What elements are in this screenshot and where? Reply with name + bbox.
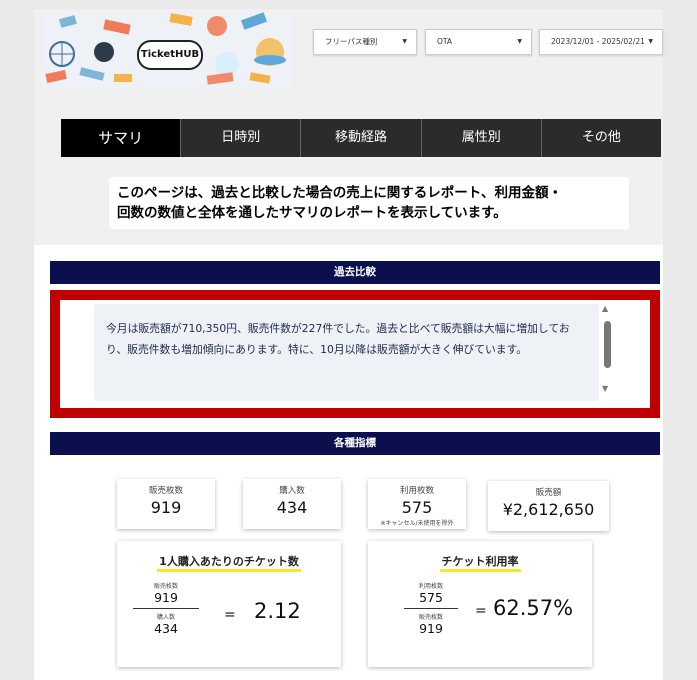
purchases-label: 購入数 (279, 486, 305, 496)
pass-type-select[interactable]: フリーパス種別 ▼ (313, 29, 417, 55)
fraction-numerator-label: 利用枚数 (418, 583, 443, 590)
sales-amount-label: 販売額 (535, 488, 562, 498)
ticket-usage-rate-result: 62.57% (493, 596, 574, 620)
tab-bar: サマリ 日時別 移動経路 属性別 その他 (61, 119, 662, 157)
sold-tickets-label: 販売枚数 (148, 486, 183, 496)
date-range-value: 2023/12/01 - 2025/02/21 (551, 37, 645, 46)
chevron-down-icon: ▼ (648, 38, 653, 45)
tickets-per-purchase-card: 1人購入あたりのチケット数 販売枚数 919 購入数 434 = 2.12 (117, 541, 341, 667)
tab-other[interactable]: その他 (540, 119, 662, 157)
tickets-per-purchase-title: 1人購入あたりのチケット数 (157, 555, 301, 572)
ota-select[interactable]: OTA ▼ (425, 29, 532, 55)
fraction-numerator: 575 (419, 590, 443, 605)
fraction-denominator-label: 購入数 (156, 614, 175, 621)
sold-tickets-value: 919 (150, 498, 182, 517)
description-line-2: 回数の数値と全体を通したサマリのレポートを表示しています。 (117, 205, 507, 221)
purchases-card: 購入数 434 (243, 479, 341, 529)
used-tickets-label: 利用枚数 (399, 486, 434, 496)
tab-by-datetime[interactable]: 日時別 (180, 119, 301, 157)
comparison-comment: 今月は販売額が710,350円、販売件数が227件でした。過去と比べて販売額は大… (94, 304, 599, 401)
pass-type-value: フリーパス種別 (325, 37, 378, 46)
comparison-highlight-box: 今月は販売額が710,350円、販売件数が227件でした。過去と比べて販売額は大… (50, 290, 660, 418)
used-tickets-card: 利用枚数 575 ※キャンセル/未使用を除外 (368, 479, 466, 529)
scroll-down-icon[interactable]: ▼ (602, 384, 608, 393)
fraction-numerator-label: 販売枚数 (153, 583, 178, 590)
page: TicketHUB フリーパス種別 ▼ OTA ▼ 2023/12/01 - 2… (34, 9, 663, 680)
scroll-thumb[interactable] (604, 321, 611, 368)
tickets-per-purchase-result: 2.12 (254, 599, 301, 623)
sales-amount-card: 販売額 ¥2,612,650 (488, 481, 609, 531)
usage-rate-fraction: 利用枚数 575 販売枚数 919 (404, 581, 458, 636)
chevron-down-icon: ▼ (517, 38, 522, 45)
ota-value: OTA (437, 37, 453, 46)
purchases-value: 434 (276, 498, 308, 517)
tickethub-logo: TicketHUB (137, 40, 203, 70)
report-panel: 過去比較 今月は販売額が710,350円、販売件数が227件でした。過去と比べて… (34, 245, 663, 680)
comparison-header: 過去比較 (50, 261, 660, 284)
comment-scrollbar[interactable]: ▲ ▼ (601, 304, 613, 394)
page-description: このページは、過去と比較した場合の売上に関するレポート、利用金額・ 回数の数値と… (109, 177, 629, 229)
tab-summary[interactable]: サマリ (61, 119, 181, 157)
equals-sign: = (475, 603, 487, 619)
tickets-per-purchase-fraction: 販売枚数 919 購入数 434 (133, 581, 199, 636)
used-tickets-note: ※キャンセル/未使用を除外 (380, 520, 454, 527)
chevron-down-icon: ▼ (402, 38, 407, 45)
scroll-up-icon[interactable]: ▲ (602, 304, 608, 313)
fraction-denominator: 434 (154, 621, 178, 636)
header-banner: TicketHUB (42, 12, 294, 88)
fraction-denominator: 919 (419, 621, 443, 636)
used-tickets-value: 575 (401, 498, 433, 517)
ticket-usage-rate-title: チケット利用率 (439, 555, 521, 572)
tab-route[interactable]: 移動経路 (300, 119, 421, 157)
description-line-1: このページは、過去と比較した場合の売上に関するレポート、利用金額・ (117, 185, 562, 201)
ticket-usage-rate-card: チケット利用率 利用枚数 575 販売枚数 919 = 62.57% (368, 541, 592, 667)
fraction-bar (404, 608, 458, 609)
date-range-select[interactable]: 2023/12/01 - 2025/02/21 ▼ (539, 29, 663, 55)
fraction-denominator-label: 販売枚数 (418, 614, 443, 621)
equals-sign: = (224, 607, 236, 623)
sold-tickets-card: 販売枚数 919 (117, 479, 215, 529)
fraction-numerator: 919 (154, 590, 178, 605)
tab-attributes[interactable]: 属性別 (420, 119, 541, 157)
fraction-bar (133, 608, 199, 609)
indicators-header: 各種指標 (50, 432, 660, 455)
sales-amount-value: ¥2,612,650 (502, 500, 595, 519)
